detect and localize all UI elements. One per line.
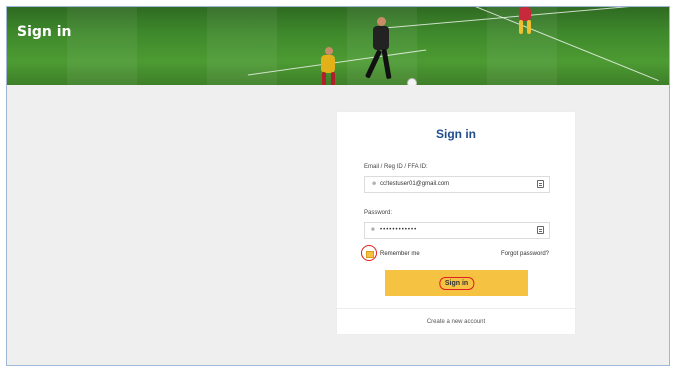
password-value: ••••••••••••	[380, 227, 418, 233]
email-value: cc!testuser01@gmail.com	[380, 181, 450, 187]
contact-card-icon[interactable]	[537, 226, 544, 234]
email-field[interactable]: ☻ cc!testuser01@gmail.com	[364, 176, 550, 193]
card-title: Sign in	[436, 127, 476, 141]
divider	[337, 308, 575, 309]
player-graphic	[317, 47, 341, 85]
password-label: Password:	[364, 210, 393, 216]
remember-label: Remember me	[380, 251, 420, 257]
ball-graphic	[407, 78, 417, 85]
player-graphic	[515, 7, 535, 37]
signin-button[interactable]: Sign in	[385, 270, 528, 296]
signin-button-label: Sign in	[438, 277, 475, 290]
email-label: Email / Reg ID / FFA ID:	[364, 164, 428, 170]
banner-title: Sign in	[17, 24, 72, 40]
signin-card: Sign in Email / Reg ID / FFA ID: ☻ cc!te…	[337, 112, 575, 334]
lock-icon: ■	[371, 227, 375, 233]
player-graphic	[364, 17, 397, 85]
forgot-password-link[interactable]: Forgot password?	[501, 251, 549, 257]
password-field[interactable]: ■ ••••••••••••	[364, 222, 550, 239]
create-account-link[interactable]: Create a new account	[337, 319, 575, 325]
user-icon: ☻	[371, 181, 378, 187]
page-frame: Sign in Sign in Email / Reg ID / FFA ID:…	[6, 6, 670, 366]
contact-card-icon[interactable]	[537, 180, 544, 188]
hero-banner: Sign in	[7, 7, 669, 85]
annotation-circle	[361, 245, 377, 261]
